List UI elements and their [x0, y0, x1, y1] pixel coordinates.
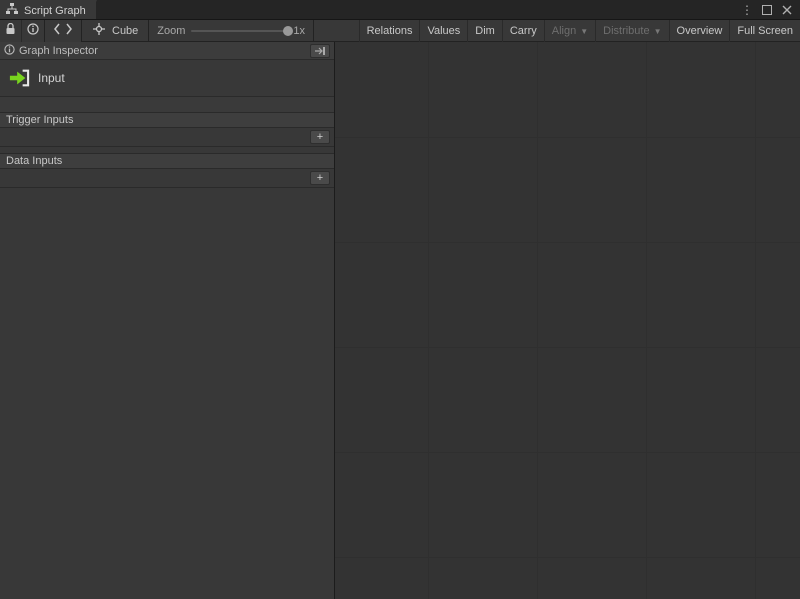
- window-maximize-icon[interactable]: [760, 3, 774, 17]
- zoom-slider[interactable]: [191, 30, 287, 32]
- graph-canvas[interactable]: Input: [335, 42, 800, 599]
- code-view-button[interactable]: [45, 20, 81, 42]
- info-icon: [4, 44, 15, 58]
- distribute-button[interactable]: Distribute▼: [595, 20, 668, 42]
- window-close-icon[interactable]: [780, 3, 794, 17]
- chevron-down-icon: ▼: [580, 27, 588, 36]
- add-data-input-button[interactable]: +: [310, 171, 330, 185]
- overview-button[interactable]: Overview: [669, 20, 730, 42]
- zoom-value: 1x: [293, 25, 305, 37]
- section-trigger-inputs: Trigger Inputs: [0, 112, 334, 128]
- graph-inspector-panel: Graph Inspector Input Trigger Inputs: [0, 42, 335, 599]
- lock-icon: [5, 23, 16, 38]
- info-button[interactable]: [22, 20, 44, 42]
- zoom-slider-thumb[interactable]: [283, 26, 293, 36]
- brackets-icon: [53, 23, 73, 38]
- info-icon: [27, 23, 39, 38]
- selected-node-title: Input: [38, 71, 65, 85]
- tab-script-graph[interactable]: Script Graph: [0, 0, 97, 19]
- inspector-title: Graph Inspector: [19, 45, 306, 57]
- selected-node-preview: Input: [0, 60, 334, 96]
- carry-button[interactable]: Carry: [502, 20, 544, 42]
- tab-label: Script Graph: [24, 5, 86, 17]
- dim-button[interactable]: Dim: [467, 20, 502, 42]
- target-label: Cube: [112, 25, 138, 37]
- relations-button[interactable]: Relations: [359, 20, 420, 42]
- fullscreen-button[interactable]: Full Screen: [729, 20, 800, 42]
- window-menu-icon[interactable]: ⋮: [740, 3, 754, 17]
- lock-button[interactable]: [0, 20, 22, 42]
- zoom-label: Zoom: [157, 25, 185, 37]
- chevron-down-icon: ▼: [654, 27, 662, 36]
- zoom-control: Zoom 1x: [149, 25, 313, 37]
- input-arrow-icon: [8, 68, 30, 88]
- align-button[interactable]: Align▼: [544, 20, 595, 42]
- collapse-button[interactable]: [310, 44, 330, 58]
- target-selector[interactable]: Cube: [82, 20, 148, 42]
- add-trigger-input-button[interactable]: +: [310, 130, 330, 144]
- values-button[interactable]: Values: [419, 20, 467, 42]
- target-icon: [92, 22, 106, 39]
- hierarchy-icon: [6, 3, 18, 18]
- section-data-inputs: Data Inputs: [0, 153, 334, 169]
